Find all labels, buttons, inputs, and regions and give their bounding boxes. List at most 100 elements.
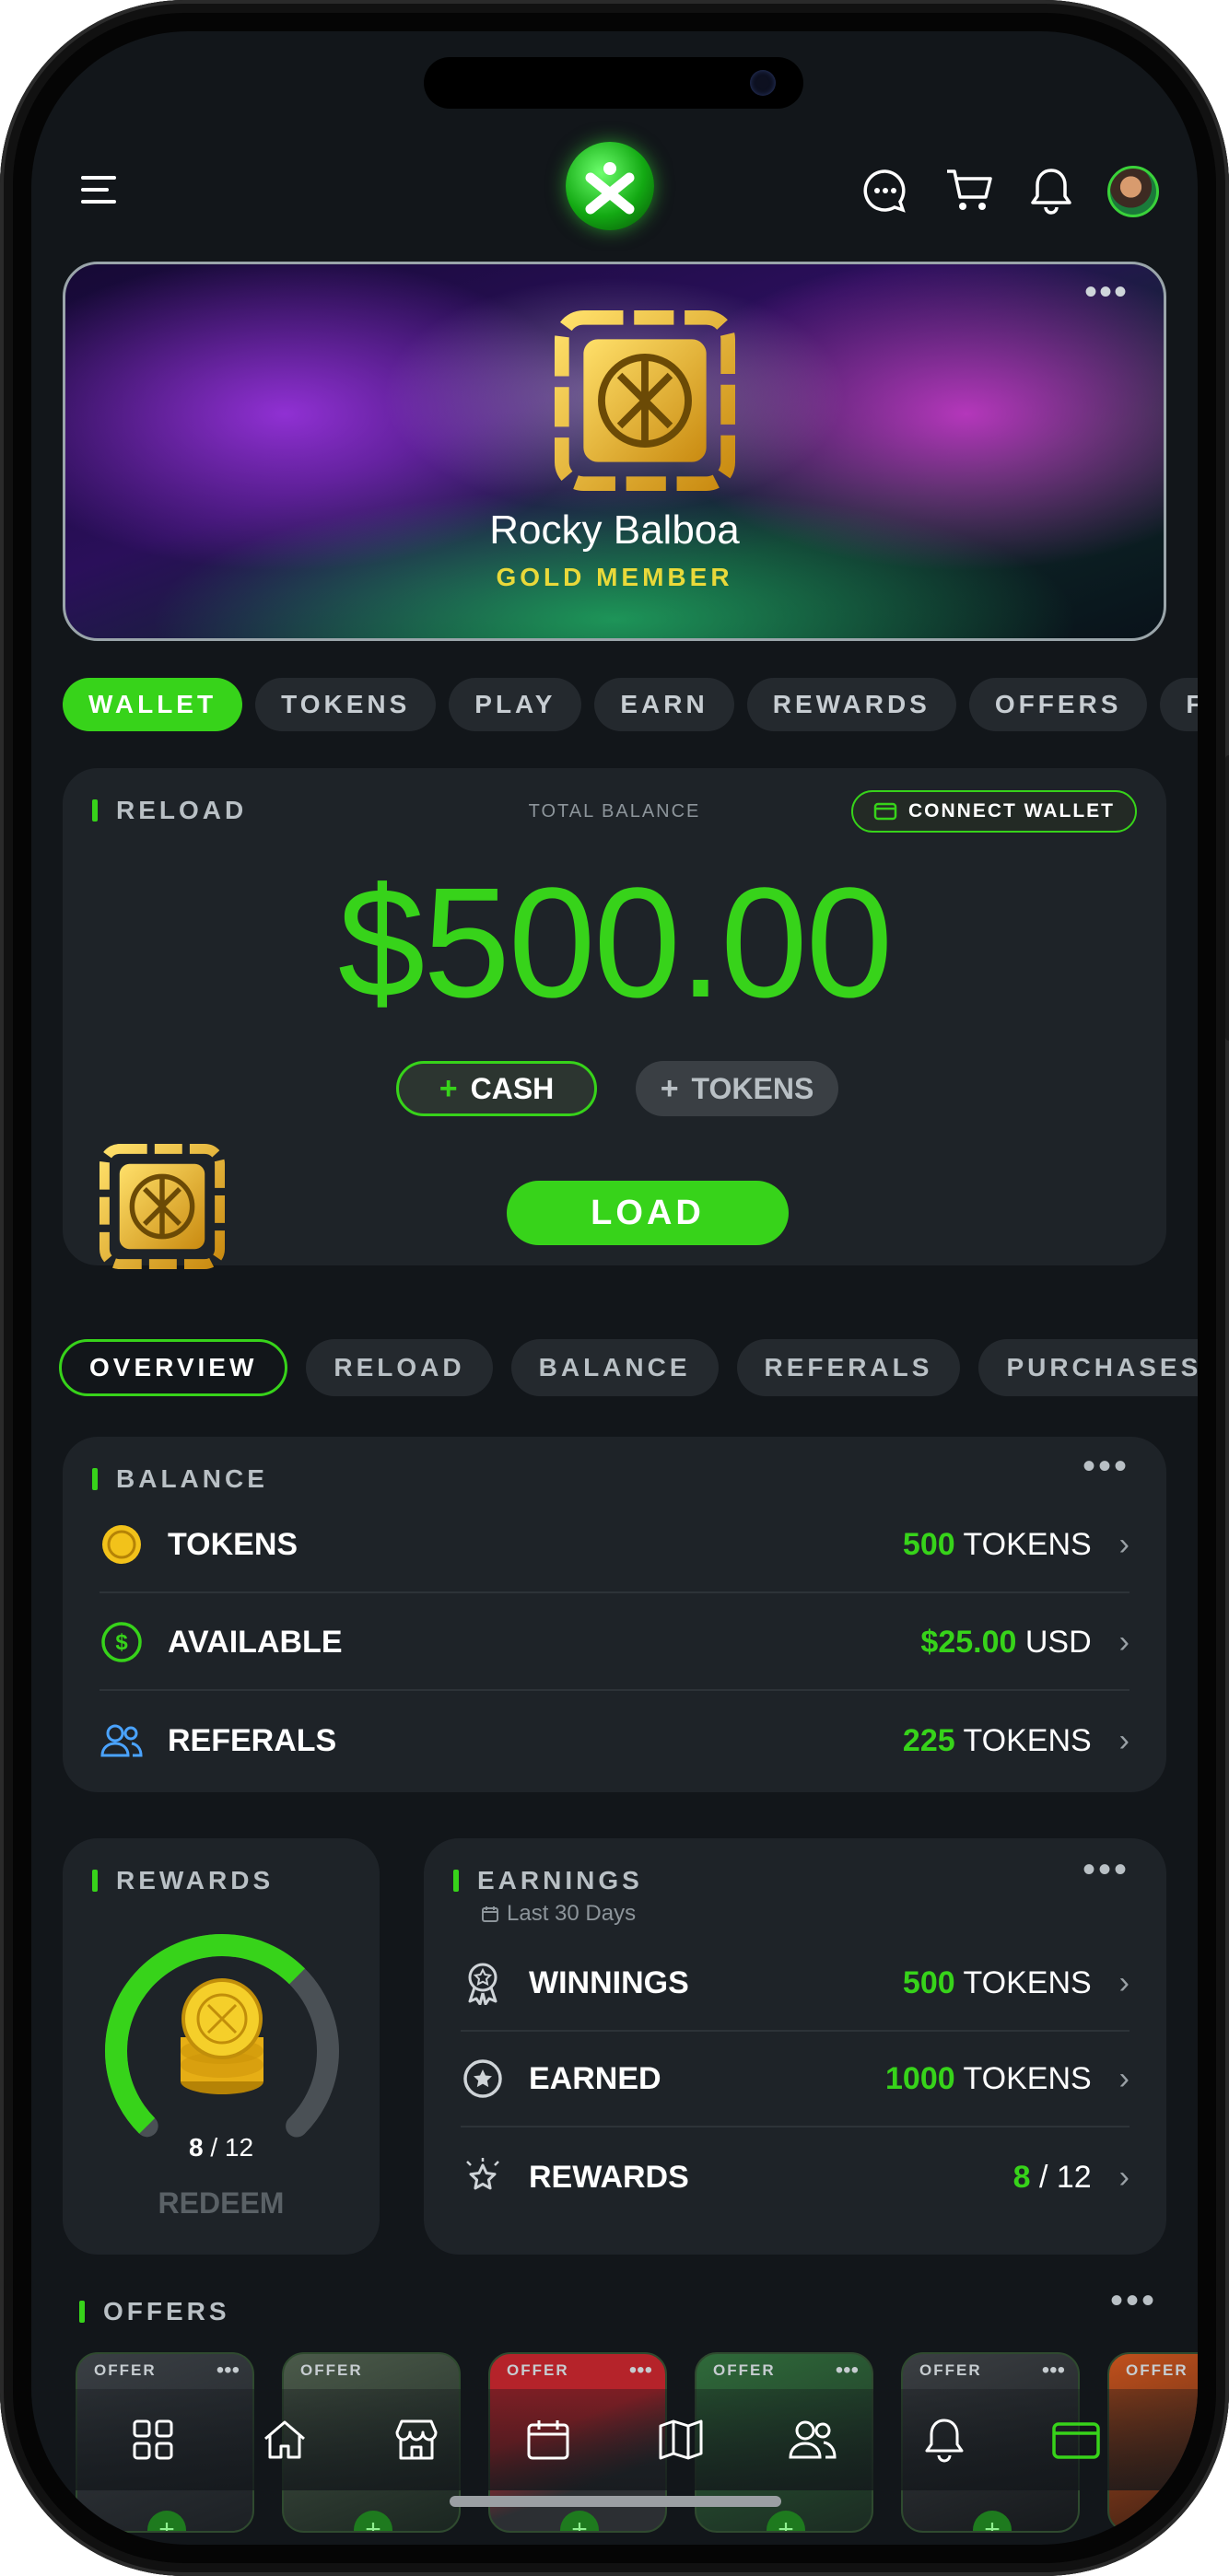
tokens-label: TOKENS [691, 1071, 814, 1105]
add-icon[interactable]: + [354, 2511, 392, 2531]
earnings-row-rewards[interactable]: REWARDS 8 / 12 › [461, 2129, 1130, 2225]
row-label: TOKENS [168, 1526, 298, 1562]
calendar-icon [482, 1906, 498, 1922]
home-indicator[interactable] [450, 2496, 781, 2507]
row-label: EARNED [529, 2060, 661, 2096]
grid-icon[interactable] [127, 2414, 179, 2465]
chevron-right-icon: › [1118, 2060, 1130, 2096]
chevron-right-icon: › [1118, 1624, 1130, 1660]
member-name: Rocky Balboa [489, 507, 740, 553]
rewards-count: 8 / 12 [188, 2133, 254, 2162]
tab-tokens[interactable]: TOKENS [255, 678, 437, 731]
chevron-right-icon: › [1118, 1964, 1130, 2000]
tab-balance[interactable]: BALANCE [510, 1339, 719, 1396]
balance-card: BALANCE ••• TOKENS 500 TOKENS › $ AVAILA… [63, 1437, 1166, 1792]
add-icon[interactable]: + [560, 2511, 599, 2531]
tab-purchases[interactable]: PURCHASES [978, 1339, 1198, 1396]
row-label: WINNINGS [529, 1964, 689, 2000]
tab-more[interactable]: F [1160, 678, 1198, 731]
add-icon[interactable]: + [767, 2511, 805, 2531]
more-icon[interactable]: ••• [1084, 274, 1129, 310]
tab-earn[interactable]: EARN [594, 678, 734, 731]
cash-label: CASH [470, 1071, 555, 1105]
sparkle-star-icon [461, 2155, 505, 2199]
menu-icon[interactable] [79, 169, 120, 210]
chevron-right-icon: › [1118, 1722, 1130, 1758]
cart-icon[interactable] [943, 166, 995, 216]
row-label: REWARDS [529, 2159, 689, 2195]
more-icon[interactable]: ••• [1110, 2282, 1157, 2319]
load-button[interactable]: LOAD [507, 1181, 789, 1245]
member-tier: GOLD MEMBER [496, 563, 733, 591]
total-balance-amount: $500.00 [337, 856, 894, 1031]
balance-label: BALANCE [92, 1464, 268, 1494]
more-icon[interactable]: ••• [1042, 2358, 1065, 2384]
row-value: $25.00 USD [920, 1624, 1092, 1660]
side-button [1225, 755, 1229, 1041]
avatar[interactable] [1107, 166, 1159, 217]
add-cash-button[interactable]: + CASH [396, 1061, 597, 1116]
add-icon[interactable]: + [147, 2511, 186, 2531]
tab-overview[interactable]: OVERVIEW [59, 1339, 288, 1396]
users-icon [99, 1719, 144, 1763]
token-coin-icon [99, 1522, 144, 1567]
plus-icon: + [660, 1070, 679, 1106]
wallet-icon [873, 802, 897, 821]
earnings-period: Last 30 Days [481, 1901, 636, 1927]
dollar-icon: $ [99, 1620, 144, 1664]
add-tokens-button[interactable]: + TOKENS [636, 1061, 838, 1116]
more-icon[interactable]: ••• [836, 2358, 859, 2384]
store-icon[interactable] [391, 2414, 442, 2465]
row-value: 500 TOKENS [902, 1526, 1092, 1562]
coin-stack-icon [181, 1978, 263, 2094]
more-icon[interactable]: ••• [217, 2358, 240, 2384]
row-value: 500 TOKENS [902, 1964, 1092, 2000]
connect-wallet-label: CONNECT WALLET [908, 800, 1115, 822]
balance-row-referals[interactable]: REFERALS 225 TOKENS › [99, 1693, 1130, 1789]
redeem-button[interactable]: REDEEM [63, 2186, 380, 2220]
balance-row-available[interactable]: $ AVAILABLE $25.00 USD › [99, 1595, 1130, 1691]
add-icon[interactable]: + [973, 2511, 1012, 2531]
row-value: 8 / 12 [1012, 2159, 1092, 2195]
more-icon[interactable]: ••• [1083, 1851, 1130, 1888]
bell-icon[interactable] [1028, 166, 1074, 216]
gold-badge-icon [555, 310, 735, 491]
phone-frame: ••• Rocky Balboa GOLD MEMBER WALLET TOKE… [0, 0, 1229, 2576]
map-icon[interactable] [655, 2414, 707, 2465]
row-label: REFERALS [168, 1722, 337, 1758]
balance-row-tokens[interactable]: TOKENS 500 TOKENS › [99, 1498, 1130, 1593]
wallet-icon[interactable] [1050, 2414, 1102, 2465]
row-value: 1000 TOKENS [885, 2060, 1092, 2096]
more-icon[interactable]: ••• [1083, 1448, 1130, 1485]
users-icon[interactable] [787, 2414, 838, 2465]
camera-icon [750, 70, 776, 96]
calendar-icon[interactable] [522, 2414, 574, 2465]
home-icon[interactable] [259, 2414, 310, 2465]
svg-text:$: $ [115, 1630, 128, 1655]
row-label: AVAILABLE [168, 1624, 343, 1660]
app-logo[interactable] [566, 142, 654, 230]
bell-icon[interactable] [919, 2414, 970, 2465]
tab-reload[interactable]: RELOAD [306, 1339, 493, 1396]
chevron-right-icon: › [1118, 1526, 1130, 1562]
earnings-row-winnings[interactable]: WINNINGS 500 TOKENS › [461, 1936, 1130, 2032]
profile-banner: ••• Rocky Balboa GOLD MEMBER [63, 262, 1166, 641]
main-tabs: WALLET TOKENS PLAY EARN REWARDS OFFERS F [63, 678, 1198, 731]
star-badge-icon [461, 2057, 505, 2101]
tab-rewards[interactable]: REWARDS [746, 678, 956, 731]
tab-referals[interactable]: REFERALS [736, 1339, 961, 1396]
dynamic-island [424, 57, 803, 109]
chevron-right-icon: › [1118, 2159, 1130, 2195]
tab-wallet[interactable]: WALLET [63, 678, 243, 731]
tab-offers[interactable]: OFFERS [968, 678, 1148, 731]
earnings-label: EARNINGS [453, 1866, 643, 1895]
tab-play[interactable]: PLAY [449, 678, 582, 731]
chat-icon[interactable] [860, 166, 910, 216]
earnings-row-earned[interactable]: EARNED 1000 TOKENS › [461, 2032, 1130, 2127]
rewards-label: REWARDS [92, 1866, 274, 1895]
connect-wallet-button[interactable]: CONNECT WALLET [851, 790, 1137, 833]
more-icon[interactable]: ••• [629, 2358, 652, 2384]
gold-token-icon [99, 1144, 225, 1269]
wallet-subtabs: OVERVIEW RELOAD BALANCE REFERALS PURCHAS… [59, 1339, 1198, 1396]
row-value: 225 TOKENS [902, 1722, 1092, 1758]
